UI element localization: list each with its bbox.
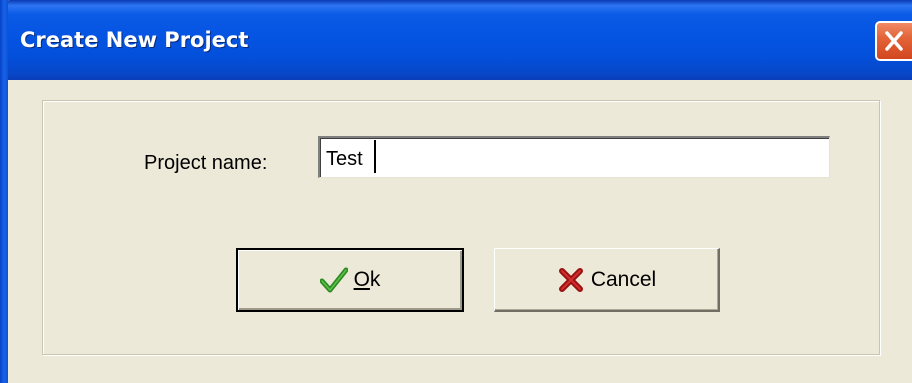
- ok-label-rest: k: [369, 268, 381, 291]
- project-name-label: Project name:: [144, 152, 268, 174]
- window-frame-left: [0, 0, 8, 383]
- ok-button[interactable]: Ok: [236, 248, 464, 312]
- ok-button-label: Ok: [354, 268, 381, 292]
- close-icon: [885, 31, 903, 51]
- project-name-input[interactable]: [318, 136, 830, 178]
- x-mark-icon: [558, 267, 583, 292]
- close-button[interactable]: [875, 21, 912, 61]
- window-title: Create New Project: [20, 28, 249, 52]
- cancel-button-label: Cancel: [590, 267, 657, 291]
- title-bar[interactable]: Create New Project: [0, 0, 912, 80]
- dialog-window: Create New Project Project name: Ok Canc…: [0, 0, 912, 383]
- text-caret: [374, 140, 376, 173]
- cancel-button[interactable]: Cancel: [494, 248, 720, 312]
- checkmark-icon: [319, 267, 348, 293]
- ok-accelerator: O: [353, 268, 370, 291]
